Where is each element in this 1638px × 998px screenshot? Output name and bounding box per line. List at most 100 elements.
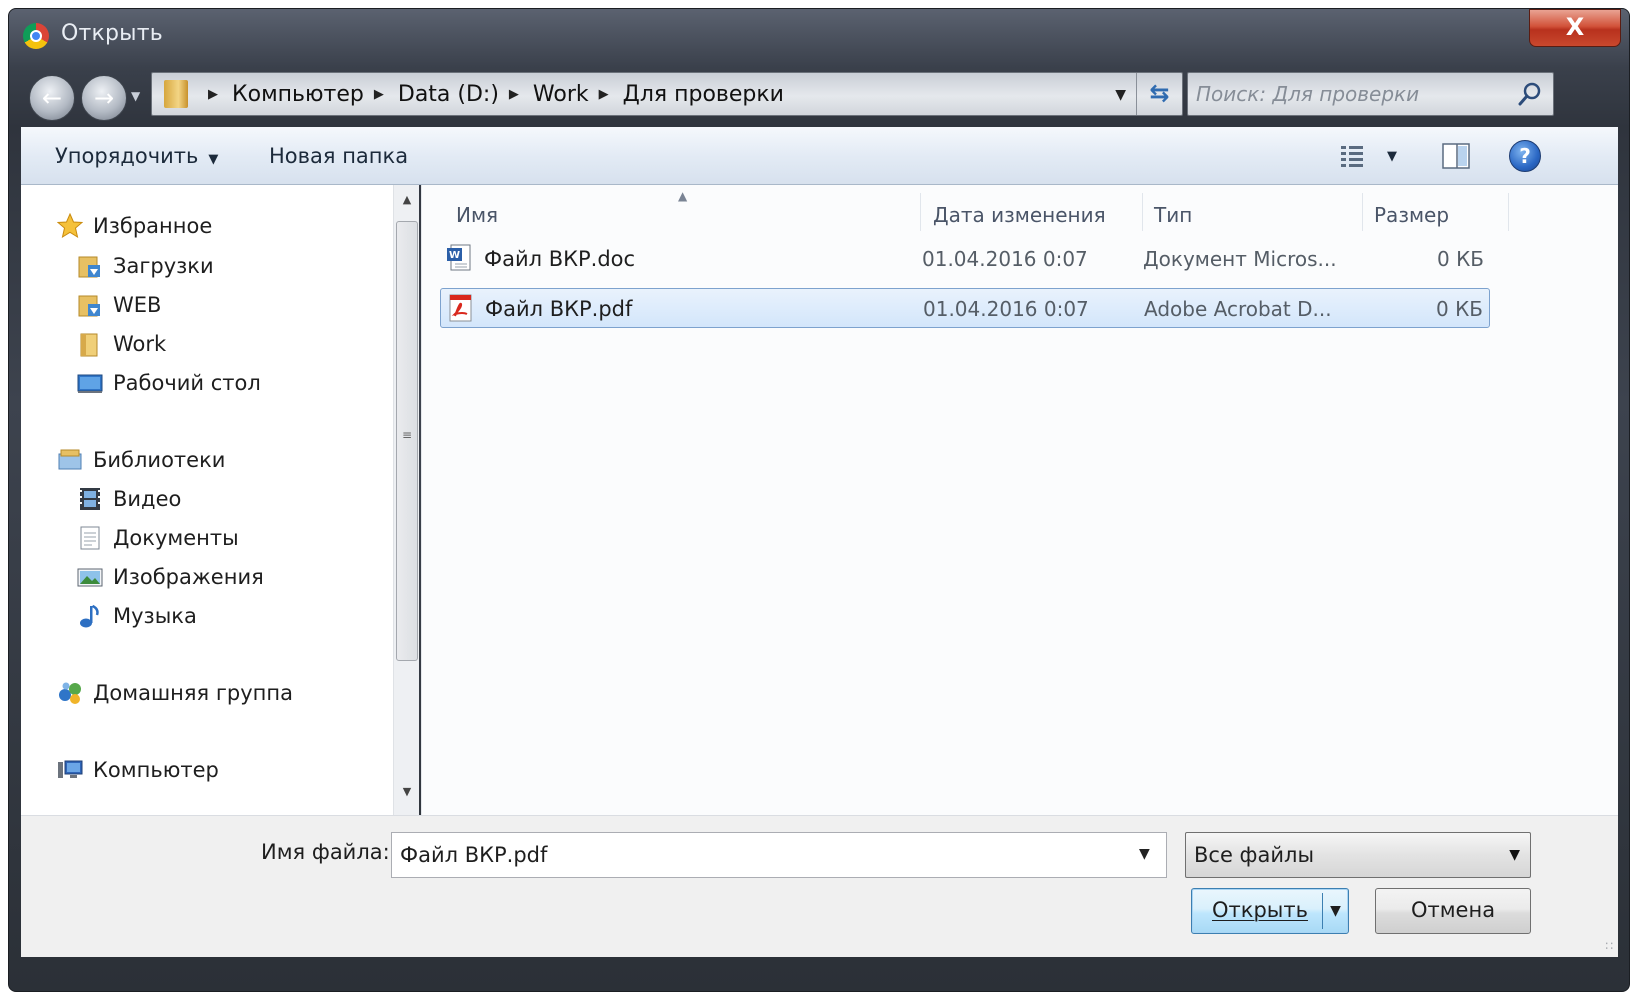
music-library-icon (80, 604, 99, 628)
view-options-dropdown[interactable]: ▼ (1387, 149, 1397, 164)
navigation-scrollbar[interactable]: ▲ ≡ ▼ (393, 185, 419, 815)
nav-label: Видео (113, 487, 182, 511)
file-row[interactable]: W Файл ВКР.doc 01.04.2016 0:07 Документ … (440, 239, 1490, 279)
file-type-select[interactable]: Все файлы ▼ (1185, 832, 1531, 878)
breadcrumb: ▶ Компьютер ▶ Data (D:) ▶ Work ▶ Для про… (198, 73, 784, 115)
resize-grip-icon[interactable]: ∷ (1605, 939, 1613, 953)
breadcrumb-item[interactable]: Data (D:) (398, 82, 499, 107)
nav-label: WEB (113, 293, 162, 317)
title-bar[interactable]: Открыть X (9, 9, 1629, 65)
chevron-down-icon: ▼ (1509, 847, 1520, 863)
folder-icon (80, 333, 98, 357)
file-name: Файл ВКР.doc (484, 247, 636, 271)
nav-item-music[interactable]: Музыка (77, 603, 197, 629)
nav-favorites[interactable]: Избранное (57, 213, 212, 239)
nav-label: Загрузки (113, 254, 214, 278)
filename-history-dropdown[interactable]: ▼ (1139, 846, 1150, 862)
scroll-up-arrow[interactable]: ▲ (394, 193, 420, 206)
file-size: 0 КБ (1436, 247, 1484, 271)
file-type-value: Все файлы (1194, 843, 1315, 867)
organize-button[interactable]: Упорядочить ▼ (55, 144, 218, 168)
forward-arrow-icon: → (93, 84, 115, 112)
file-name: Файл ВКР.pdf (485, 297, 633, 321)
documents-library-icon (80, 526, 100, 550)
breadcrumb-item[interactable]: Work (533, 82, 589, 107)
open-button[interactable]: Открыть ▼ (1191, 888, 1349, 934)
breadcrumb-chevron-icon[interactable]: ▶ (599, 87, 609, 102)
nav-item-downloads[interactable]: Загрузки (77, 253, 214, 279)
back-arrow-icon: ← (41, 84, 63, 112)
downloads-folder-icon (78, 256, 100, 278)
nav-item-documents[interactable]: Документы (77, 525, 239, 551)
nav-item-web[interactable]: WEB (77, 292, 161, 318)
column-header-name[interactable]: Имя (456, 203, 498, 227)
nav-item-work[interactable]: Work (77, 331, 166, 357)
sort-ascending-icon: ▲ (678, 189, 688, 203)
change-view-button[interactable] (1337, 141, 1417, 171)
nav-label: Документы (113, 526, 239, 550)
cancel-button[interactable]: Отмена (1375, 888, 1531, 934)
breadcrumb-chevron-icon[interactable]: ▶ (509, 87, 519, 102)
file-row-selected[interactable]: Файл ВКР.pdf 01.04.2016 0:07 Adobe Acrob… (440, 288, 1490, 328)
column-divider[interactable] (1142, 193, 1143, 231)
address-bar[interactable]: ▶ Компьютер ▶ Data (D:) ▶ Work ▶ Для про… (151, 72, 1183, 116)
scroll-down-arrow[interactable]: ▼ (394, 785, 420, 798)
scroll-thumb[interactable]: ≡ (396, 221, 418, 661)
search-input[interactable] (1194, 77, 1514, 111)
column-header-size[interactable]: Размер (1374, 203, 1449, 227)
nav-item-video[interactable]: Видео (77, 486, 181, 512)
address-row: ← → ▼ ▶ Компьютер ▶ Data (D:) ▶ Work ▶ Д… (9, 67, 1629, 127)
nav-label: Work (113, 332, 167, 356)
chevron-down-icon: ▼ (208, 152, 219, 167)
details-view-icon (1341, 146, 1363, 167)
file-list: ▲ Имя Дата изменения Тип Размер W Файл В… (421, 185, 1618, 815)
recent-locations-dropdown[interactable]: ▼ (131, 89, 140, 103)
grip-icon: ≡ (402, 428, 413, 442)
nav-item-desktop[interactable]: Рабочий стол (77, 370, 261, 396)
close-button[interactable]: X (1529, 9, 1621, 47)
nav-label: Компьютер (93, 758, 219, 782)
file-type: Adobe Acrobat D... (1144, 297, 1332, 321)
nav-computer[interactable]: Компьютер (57, 757, 219, 783)
refresh-button[interactable]: ⇆ (1136, 73, 1182, 115)
file-date: 01.04.2016 0:07 (922, 247, 1088, 271)
svg-text:W: W (449, 250, 460, 261)
breadcrumb-item[interactable]: Компьютер (232, 82, 364, 107)
window-title: Открыть (61, 21, 163, 46)
column-divider[interactable] (920, 193, 921, 231)
preview-pane-button[interactable] (1441, 141, 1471, 171)
breadcrumb-chevron-icon[interactable]: ▶ (208, 87, 218, 102)
refresh-icon: ⇆ (1149, 79, 1170, 107)
video-library-icon (80, 488, 100, 510)
open-button-label: Открыть (1212, 898, 1308, 922)
nav-label: Музыка (113, 604, 197, 628)
forward-button[interactable]: → (81, 75, 127, 121)
column-divider[interactable] (1508, 193, 1509, 231)
breadcrumb-item[interactable]: Для проверки (623, 82, 784, 107)
word-document-icon: W (447, 244, 471, 271)
pdf-document-icon (449, 294, 472, 322)
nav-label: Домашняя группа (93, 681, 293, 705)
column-header-type[interactable]: Тип (1154, 203, 1192, 227)
breadcrumb-chevron-icon[interactable]: ▶ (374, 87, 384, 102)
search-box (1187, 72, 1554, 116)
file-date: 01.04.2016 0:07 (923, 297, 1089, 321)
pictures-library-icon (77, 568, 103, 587)
nav-homegroup[interactable]: Домашняя группа (57, 680, 293, 706)
command-bar: Упорядочить ▼ Новая папка ▼ ? (21, 127, 1618, 185)
column-divider[interactable] (1362, 193, 1363, 231)
column-header-date[interactable]: Дата изменения (933, 203, 1106, 227)
search-icon[interactable] (1517, 81, 1543, 107)
new-folder-button[interactable]: Новая папка (269, 144, 408, 168)
open-options-dropdown[interactable]: ▼ (1322, 893, 1348, 929)
nav-libraries[interactable]: Библиотеки (57, 447, 225, 473)
address-dropdown-icon[interactable]: ▼ (1115, 87, 1126, 103)
nav-label: Избранное (93, 214, 213, 238)
back-button[interactable]: ← (29, 75, 75, 121)
organize-label: Упорядочить (55, 144, 199, 168)
nav-label: Библиотеки (93, 448, 226, 472)
nav-item-pictures[interactable]: Изображения (77, 564, 264, 590)
filename-input[interactable] (391, 832, 1167, 878)
nav-label: Изображения (113, 565, 264, 589)
help-button[interactable]: ? (1509, 140, 1541, 172)
